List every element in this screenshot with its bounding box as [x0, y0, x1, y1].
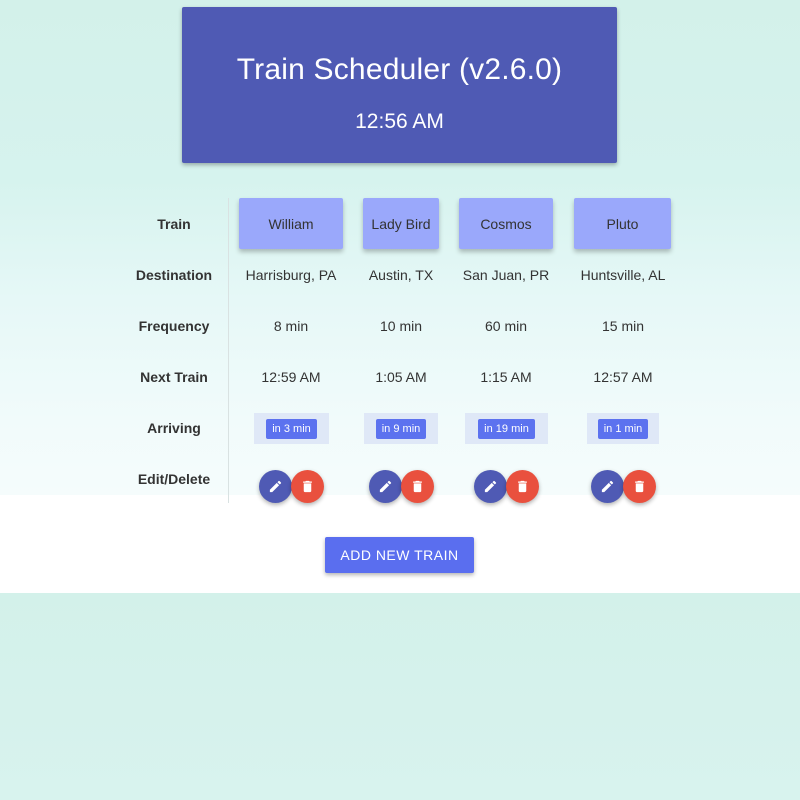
app-title: Train Scheduler (v2.6.0): [236, 53, 563, 86]
delete-button[interactable]: [401, 470, 434, 503]
app-header: Train Scheduler (v2.6.0) 12:56 AM: [182, 7, 617, 163]
arriving-cell: in 19 min: [465, 413, 548, 444]
pencil-icon: [484, 480, 497, 493]
edit-button[interactable]: [259, 470, 292, 503]
train-button-pluto[interactable]: Pluto: [574, 198, 671, 249]
current-time: 12:56 AM: [355, 110, 444, 133]
arriving-badge: in 19 min: [478, 418, 535, 439]
arriving-cell: in 3 min: [254, 413, 329, 444]
trash-icon: [413, 480, 422, 493]
edit-button[interactable]: [369, 470, 402, 503]
frequency-cell: 15 min: [601, 318, 645, 334]
delete-button[interactable]: [623, 470, 656, 503]
trash-icon: [518, 480, 527, 493]
row-label-next-train: Next Train: [140, 369, 208, 385]
arriving-badge: in 9 min: [375, 418, 427, 439]
table-divider: [228, 198, 229, 503]
row-label-frequency: Frequency: [138, 318, 210, 334]
next-train-cell: 1:15 AM: [480, 369, 532, 385]
row-label-arriving: Arriving: [147, 420, 201, 436]
add-new-train-button[interactable]: ADD NEW TRAIN: [325, 537, 474, 573]
frequency-cell: 60 min: [484, 318, 528, 334]
pencil-icon: [269, 480, 282, 493]
edit-button[interactable]: [591, 470, 624, 503]
arriving-cell: in 1 min: [587, 413, 659, 444]
destination-cell: San Juan, PR: [462, 267, 550, 283]
edit-button[interactable]: [474, 470, 507, 503]
arriving-badge: in 3 min: [266, 418, 317, 439]
arriving-badge: in 1 min: [597, 418, 649, 439]
delete-button[interactable]: [506, 470, 539, 503]
next-train-cell: 12:57 AM: [593, 369, 653, 385]
trash-icon: [303, 480, 312, 493]
row-label-destination: Destination: [135, 267, 213, 283]
arriving-cell: in 9 min: [364, 413, 438, 444]
row-label-train: Train: [157, 216, 191, 232]
pencil-icon: [601, 480, 614, 493]
delete-button[interactable]: [291, 470, 324, 503]
trash-icon: [635, 480, 644, 493]
train-button-cosmos[interactable]: Cosmos: [459, 198, 553, 249]
train-button-william[interactable]: William: [239, 198, 343, 249]
pencil-icon: [379, 480, 392, 493]
destination-cell: Huntsville, AL: [580, 267, 666, 283]
train-button-lady-bird[interactable]: Lady Bird: [363, 198, 439, 249]
row-label-edit-delete: Edit/Delete: [137, 471, 211, 487]
footer-background: [0, 593, 800, 800]
